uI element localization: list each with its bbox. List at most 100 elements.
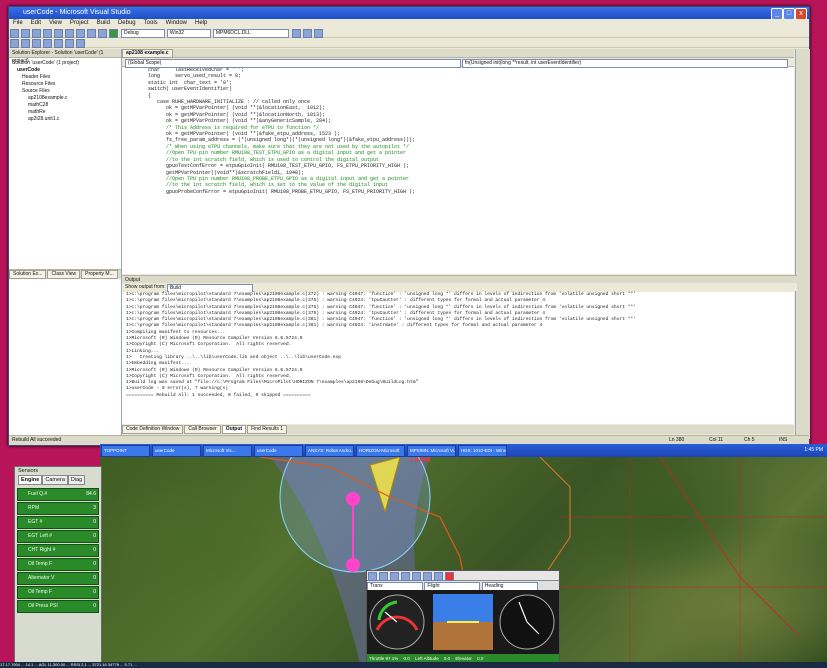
target-select[interactable]: MPM6DCL.DLL [212,29,289,38]
sensor-gauge: EGT Left # 0 [17,530,99,543]
tab-camera[interactable]: Camera [42,475,68,485]
taskbar-item[interactable]: ANSYS: Robot Andro... [305,445,354,457]
waypoint-marker [346,492,360,506]
sensor-label: Alternator V [28,575,55,581]
secondary-toolbar [9,38,809,48]
tab-call-browser[interactable]: Call Browser [184,425,221,434]
tree-item-source-file[interactable]: ap2t28.unit1.c [12,116,118,123]
code-line[interactable]: gpuoProbeConfError = etpuGpioInit( RMU10… [122,189,794,195]
sensor-section-title: Sensors [18,468,39,474]
tree-item-solution[interactable]: Solution 'userCode' (1 project) [12,60,118,67]
arrow-right-icon[interactable] [412,572,421,581]
sensor-label: CHT Right # [28,547,56,553]
arrow-down-icon[interactable] [434,572,443,581]
move-icon[interactable] [368,572,377,581]
solution-explorer-icon[interactable] [302,29,312,38]
sensor-label: EGT Left # [28,533,53,539]
redo-icon[interactable] [98,29,107,38]
tree-item-source-file[interactable]: ap2108example.c [12,95,118,102]
tab-property-manager[interactable]: Property M... [81,270,118,279]
menu-window[interactable]: Window [162,19,191,28]
output-toolbar: Show output from: Build [122,283,797,293]
tab-engine[interactable]: Engine [18,475,43,485]
view-select-flight[interactable]: Flight [424,582,481,591]
menu-edit[interactable]: Edit [27,19,45,28]
stop-icon[interactable] [445,572,454,581]
menu-build[interactable]: Build [93,19,114,28]
tab-find-results[interactable]: Find Results 1 [247,425,288,434]
configuration-select[interactable]: Debug [120,29,165,38]
prev-bookmark-icon[interactable] [76,39,85,48]
bookmark-icon[interactable] [54,39,63,48]
tab-output[interactable]: Output [221,425,247,434]
uncomment-icon[interactable] [43,39,52,48]
attitude-ground [433,622,493,650]
menu-project[interactable]: Project [66,19,93,28]
sensor-label: Oil Temp F [28,589,53,595]
new-file-icon[interactable] [10,29,19,38]
taskbar-item[interactable]: HDS: 1010-EDI - Wins... [458,445,507,457]
tab-solution-explorer[interactable]: Solution Ex... [9,270,47,279]
tab-class-view[interactable]: Class View [47,270,81,279]
save-icon[interactable] [32,29,41,38]
solution-explorer-header: Solution Explorer - Solution 'userCode' … [9,49,121,64]
taskbar-item[interactable]: TOPPOINT [101,445,150,457]
taskbar-item[interactable]: userCode [152,445,201,457]
clock: 1:45 PM [804,447,823,453]
open-file-icon[interactable] [21,29,30,38]
zoom-out-icon[interactable] [390,572,399,581]
arrow-up-icon[interactable] [423,572,432,581]
taskbar-item[interactable]: MPSIMN: Microsoft Vi... [407,445,456,457]
tree-item-resource-files[interactable]: Resource Files [12,81,118,88]
menu-debug[interactable]: Debug [114,19,140,28]
output-pane[interactable]: 1>c:\program files\micropilot\standard 7… [122,292,794,424]
zoom-in-icon[interactable] [379,572,388,581]
sensor-label: Fuel Q.# [28,491,48,497]
view-select-trans[interactable]: Trans [367,582,423,591]
comment-icon[interactable] [32,39,41,48]
arrow-left-icon[interactable] [401,572,410,581]
paste-icon[interactable] [76,29,85,38]
next-bookmark-icon[interactable] [65,39,74,48]
menu-tools[interactable]: Tools [140,19,162,28]
undo-icon[interactable] [87,29,96,38]
cut-icon[interactable] [54,29,63,38]
outdent-icon[interactable] [21,39,30,48]
toolbox-rail[interactable] [795,49,810,439]
menu-view[interactable]: View [45,19,66,28]
sensor-gauge: Oil Temp F 0 [17,558,99,571]
attitude-sky [433,594,493,622]
standard-toolbar: Debug Win32 MPM6DCL.DLL [9,28,809,38]
platform-select[interactable]: Win32 [166,29,211,38]
member-select[interactable]: fn(Unsigned init(long **result, int user… [462,59,788,68]
editor-tab[interactable]: ap2108 example.c [122,49,173,58]
menu-bar: File Edit View Project Build Debug Tools Window… [9,19,809,28]
sensor-gauge: EGT # 0 [17,516,99,529]
save-all-icon[interactable] [43,29,52,38]
menu-file[interactable]: File [9,19,27,28]
visual-studio-window: userCode - Microsoft Visual Studio _ □ x… [8,6,810,446]
tree-item-source-files[interactable]: Source Files [12,88,118,95]
view-select-heading[interactable]: Heading [481,582,538,591]
indent-icon[interactable] [10,39,19,48]
tree-item-source-file[interactable]: mathRe [12,109,118,116]
code-area[interactable]: char lastReceivedChar = ' '; long servo_… [122,67,794,195]
copy-icon[interactable] [65,29,74,38]
tree-item-header-files[interactable]: Header Files [12,74,118,81]
code-editor[interactable]: ap2108 example.c (Global Scope) fn(Unsig… [122,49,794,274]
taskbar-item[interactable]: userCode [254,445,303,457]
find-icon[interactable] [291,29,301,38]
sensor-panel: Sensors Engine Camera Diag Fuel Q.# 84.6 RPM… [14,466,102,665]
sensor-value: 0 [93,603,96,609]
menu-help[interactable]: Help [191,19,211,28]
taskbar-item[interactable]: Microsoft Vis... [203,445,252,457]
tab-diag[interactable]: Diag [67,475,86,485]
tree-item-project[interactable]: userCode [12,67,118,74]
properties-icon[interactable] [313,29,323,38]
window-title: userCode - Microsoft Visual Studio [23,9,131,16]
tab-code-definition[interactable]: Code Definition Window [122,425,184,434]
taskbar-item[interactable]: HORIZON-Microsoft [356,445,405,457]
start-debug-icon[interactable] [109,29,118,38]
scope-select[interactable]: (Global Scope) [125,59,461,68]
tree-item-source-file[interactable]: mathC28 [12,102,118,109]
